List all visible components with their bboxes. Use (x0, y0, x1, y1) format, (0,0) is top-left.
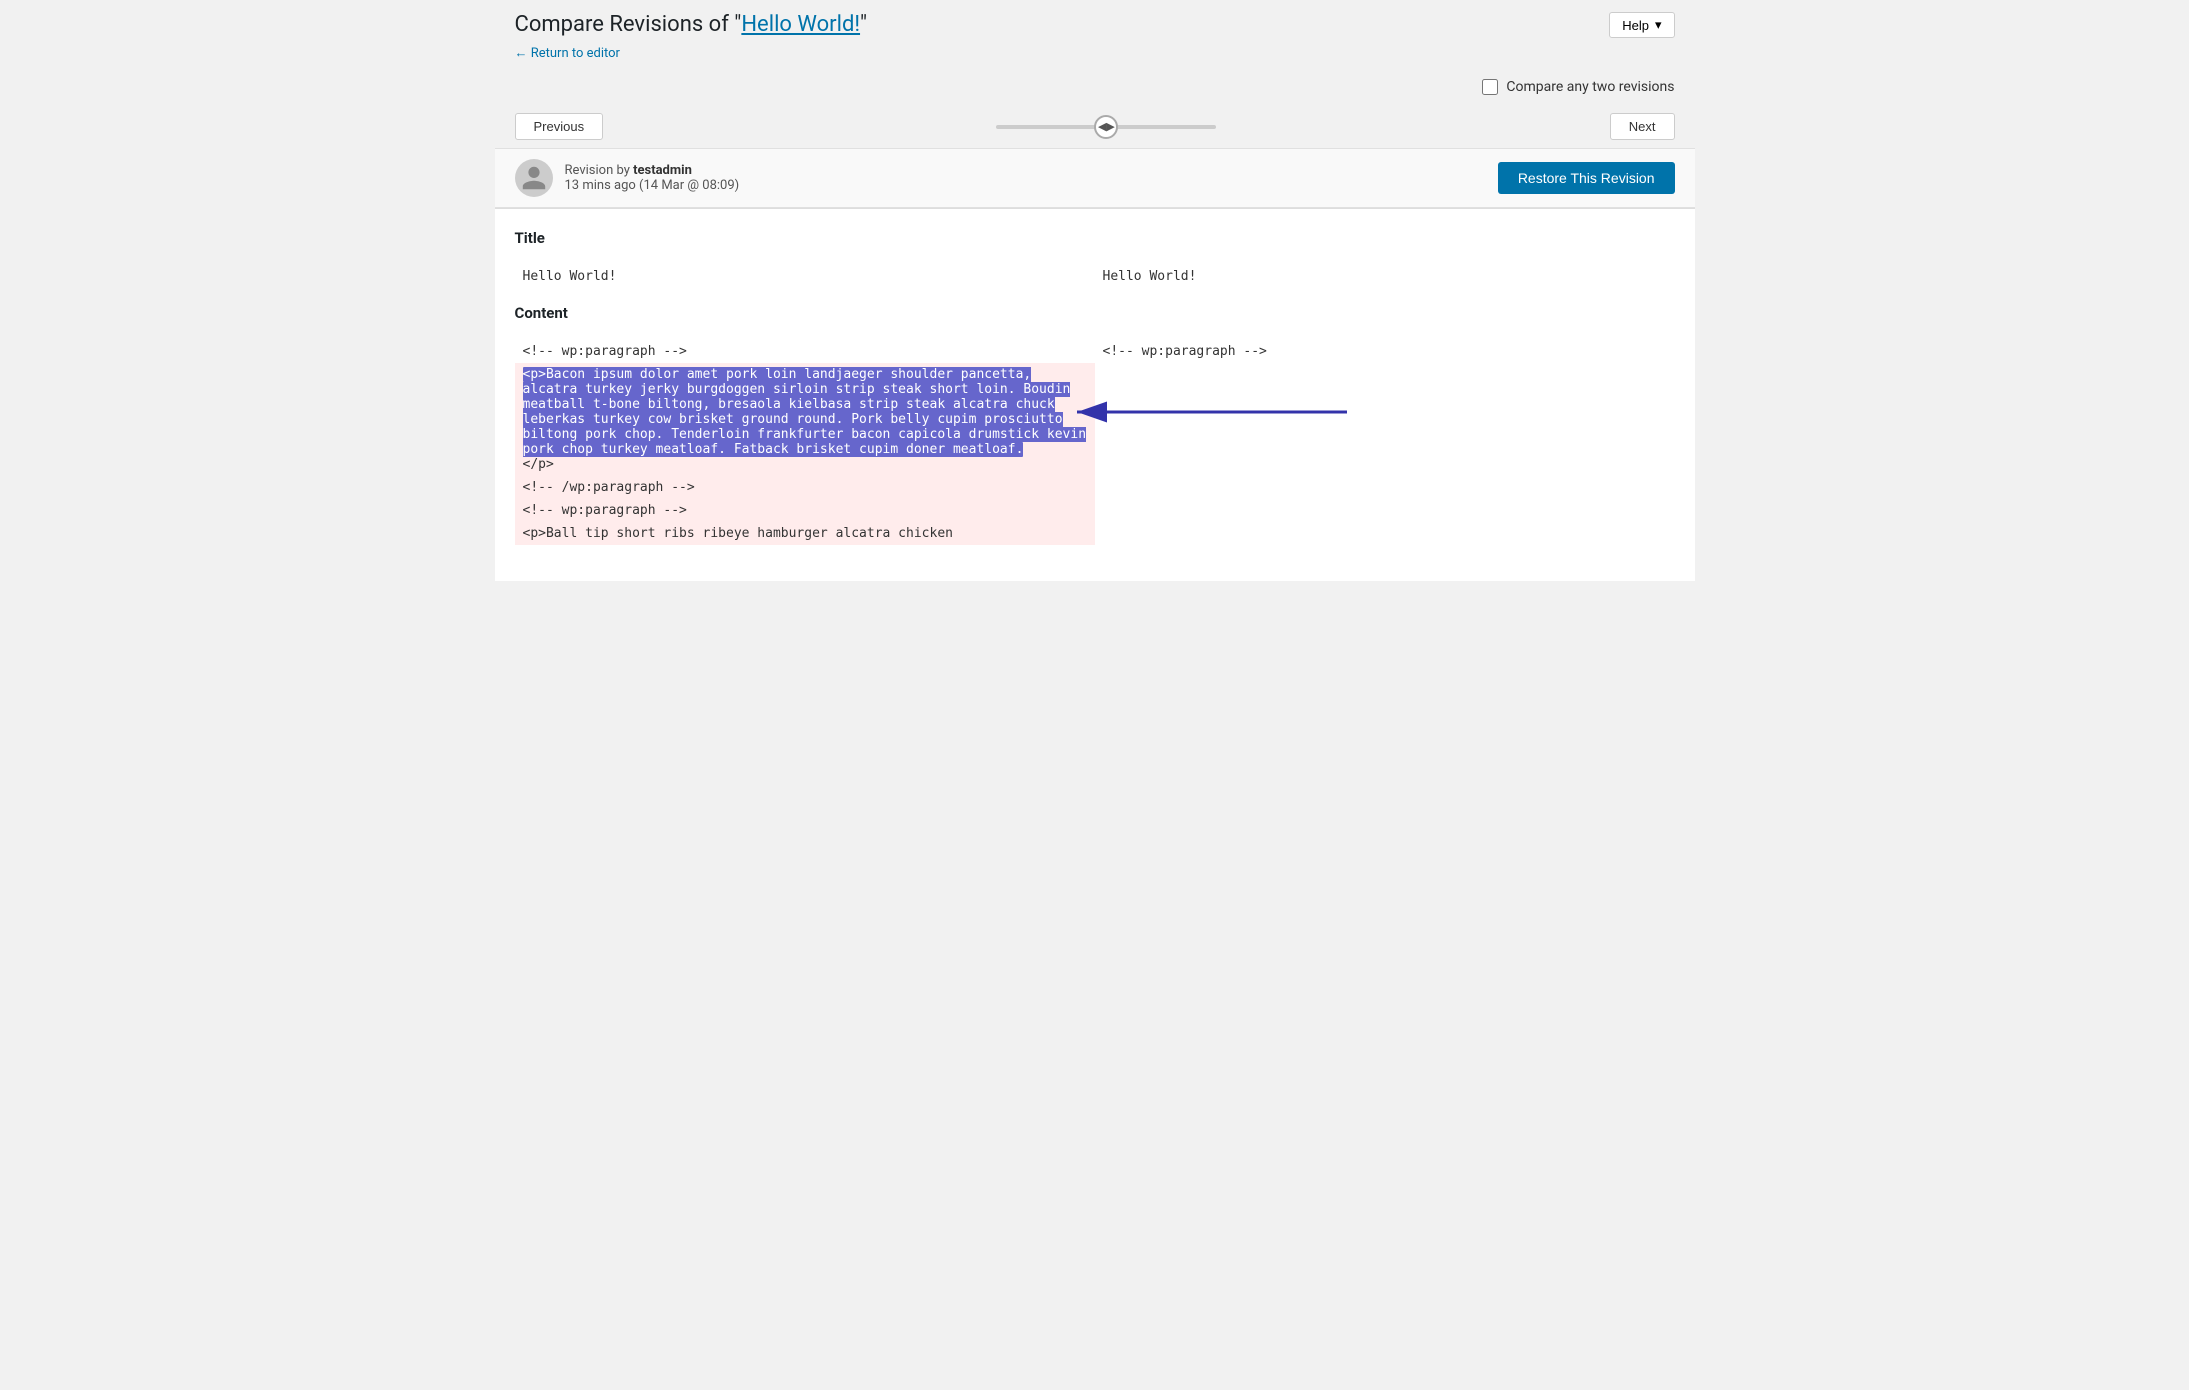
help-button[interactable]: Help ▾ (1609, 12, 1674, 38)
title-prefix: Compare Revisions of " (515, 12, 742, 37)
compare-any-label: Compare any two revisions (1506, 79, 1674, 95)
highlighted-paragraph: <p>Bacon ipsum dolor amet pork loin land… (523, 367, 1087, 457)
revision-slider-thumb[interactable]: ◀▶ (1094, 115, 1118, 139)
revision-by-label: Revision by (565, 163, 630, 178)
title-diff-section: Title Hello World! Hello World! (515, 229, 1675, 288)
previous-button[interactable]: Previous (515, 113, 604, 140)
comment-left: <!-- wp:paragraph --> (515, 340, 1095, 363)
revision-slider-track: ◀▶ (996, 125, 1216, 129)
content-section-label: Content (515, 304, 1675, 328)
nav-row: Previous ◀▶ Next (495, 105, 1695, 148)
comment-wp2-right (1095, 499, 1675, 522)
comment-right: <!-- wp:paragraph --> (1095, 340, 1675, 363)
closing-p: </p> (523, 457, 1087, 472)
revision-author: testadmin (633, 163, 692, 178)
comment-close-right (1095, 476, 1675, 499)
page-wrapper: Help ▾ Compare Revisions of "Hello World… (495, 0, 1695, 1390)
comment-wp2-row: <!-- wp:paragraph --> (515, 499, 1675, 522)
title-left-cell: Hello World! (515, 265, 1095, 288)
highlight-span: <p>Bacon ipsum dolor amet pork loin land… (523, 367, 1087, 457)
revision-text: Revision by testadmin 13 mins ago (14 Ma… (565, 163, 740, 193)
title-diff-row: Hello World! Hello World! (515, 265, 1675, 288)
revision-info-row: Revision by testadmin 13 mins ago (14 Ma… (495, 148, 1695, 208)
paragraph-removed-left: <p>Bacon ipsum dolor amet pork loin land… (515, 363, 1095, 476)
comment-close-row: <!-- /wp:paragraph --> (515, 476, 1675, 499)
help-chevron-icon: ▾ (1655, 17, 1662, 33)
help-label: Help (1622, 18, 1649, 33)
slider-container: ◀▶ (603, 125, 1610, 129)
comment-row-1: <!-- wp:paragraph --> <!-- wp:paragraph … (515, 340, 1675, 363)
comment-left-text: <!-- wp:paragraph --> (523, 344, 687, 359)
restore-revision-button[interactable]: Restore This Revision (1498, 162, 1675, 194)
avatar (515, 159, 553, 197)
top-bar: Help ▾ Compare Revisions of "Hello World… (495, 0, 1695, 69)
post-title-link[interactable]: Hello World! (741, 12, 860, 37)
revision-time-ago: 13 mins ago (565, 178, 636, 193)
comment-wp2-left: <!-- wp:paragraph --> (515, 499, 1095, 522)
paragraph-removed-row: <p>Bacon ipsum dolor amet pork loin land… (515, 363, 1675, 476)
next-button[interactable]: Next (1610, 113, 1675, 140)
toolbar-row: Compare any two revisions (495, 69, 1695, 105)
title-diff-table: Hello World! Hello World! (515, 265, 1675, 288)
title-suffix: " (860, 12, 867, 37)
content-diff-section: Content <!-- wp:paragraph --> <!-- wp:pa… (515, 304, 1675, 545)
paragraph-removed-right (1095, 363, 1675, 476)
page-title: Compare Revisions of "Hello World!" (515, 12, 1675, 37)
comment-right-text: <!-- wp:paragraph --> (1103, 344, 1267, 359)
content-diff-table: <!-- wp:paragraph --> <!-- wp:paragraph … (515, 340, 1675, 545)
paragraph2-row: <p>Ball tip short ribs ribeye hamburger … (515, 522, 1675, 545)
paragraph2-right (1095, 522, 1675, 545)
comment-close-left: <!-- /wp:paragraph --> (515, 476, 1095, 499)
paragraph2-left: <p>Ball tip short ribs ribeye hamburger … (515, 522, 1095, 545)
diff-area: Title Hello World! Hello World! Content … (495, 208, 1695, 581)
revision-info: Revision by testadmin 13 mins ago (14 Ma… (515, 159, 740, 197)
return-to-editor-link[interactable]: ← Return to editor (515, 46, 620, 61)
revision-date-detail: (14 Mar @ 08:09) (639, 178, 739, 193)
title-section-label: Title (515, 229, 1675, 253)
compare-any-container: Compare any two revisions (1482, 79, 1674, 95)
title-right-cell: Hello World! (1095, 265, 1675, 288)
compare-any-checkbox[interactable] (1482, 79, 1498, 95)
